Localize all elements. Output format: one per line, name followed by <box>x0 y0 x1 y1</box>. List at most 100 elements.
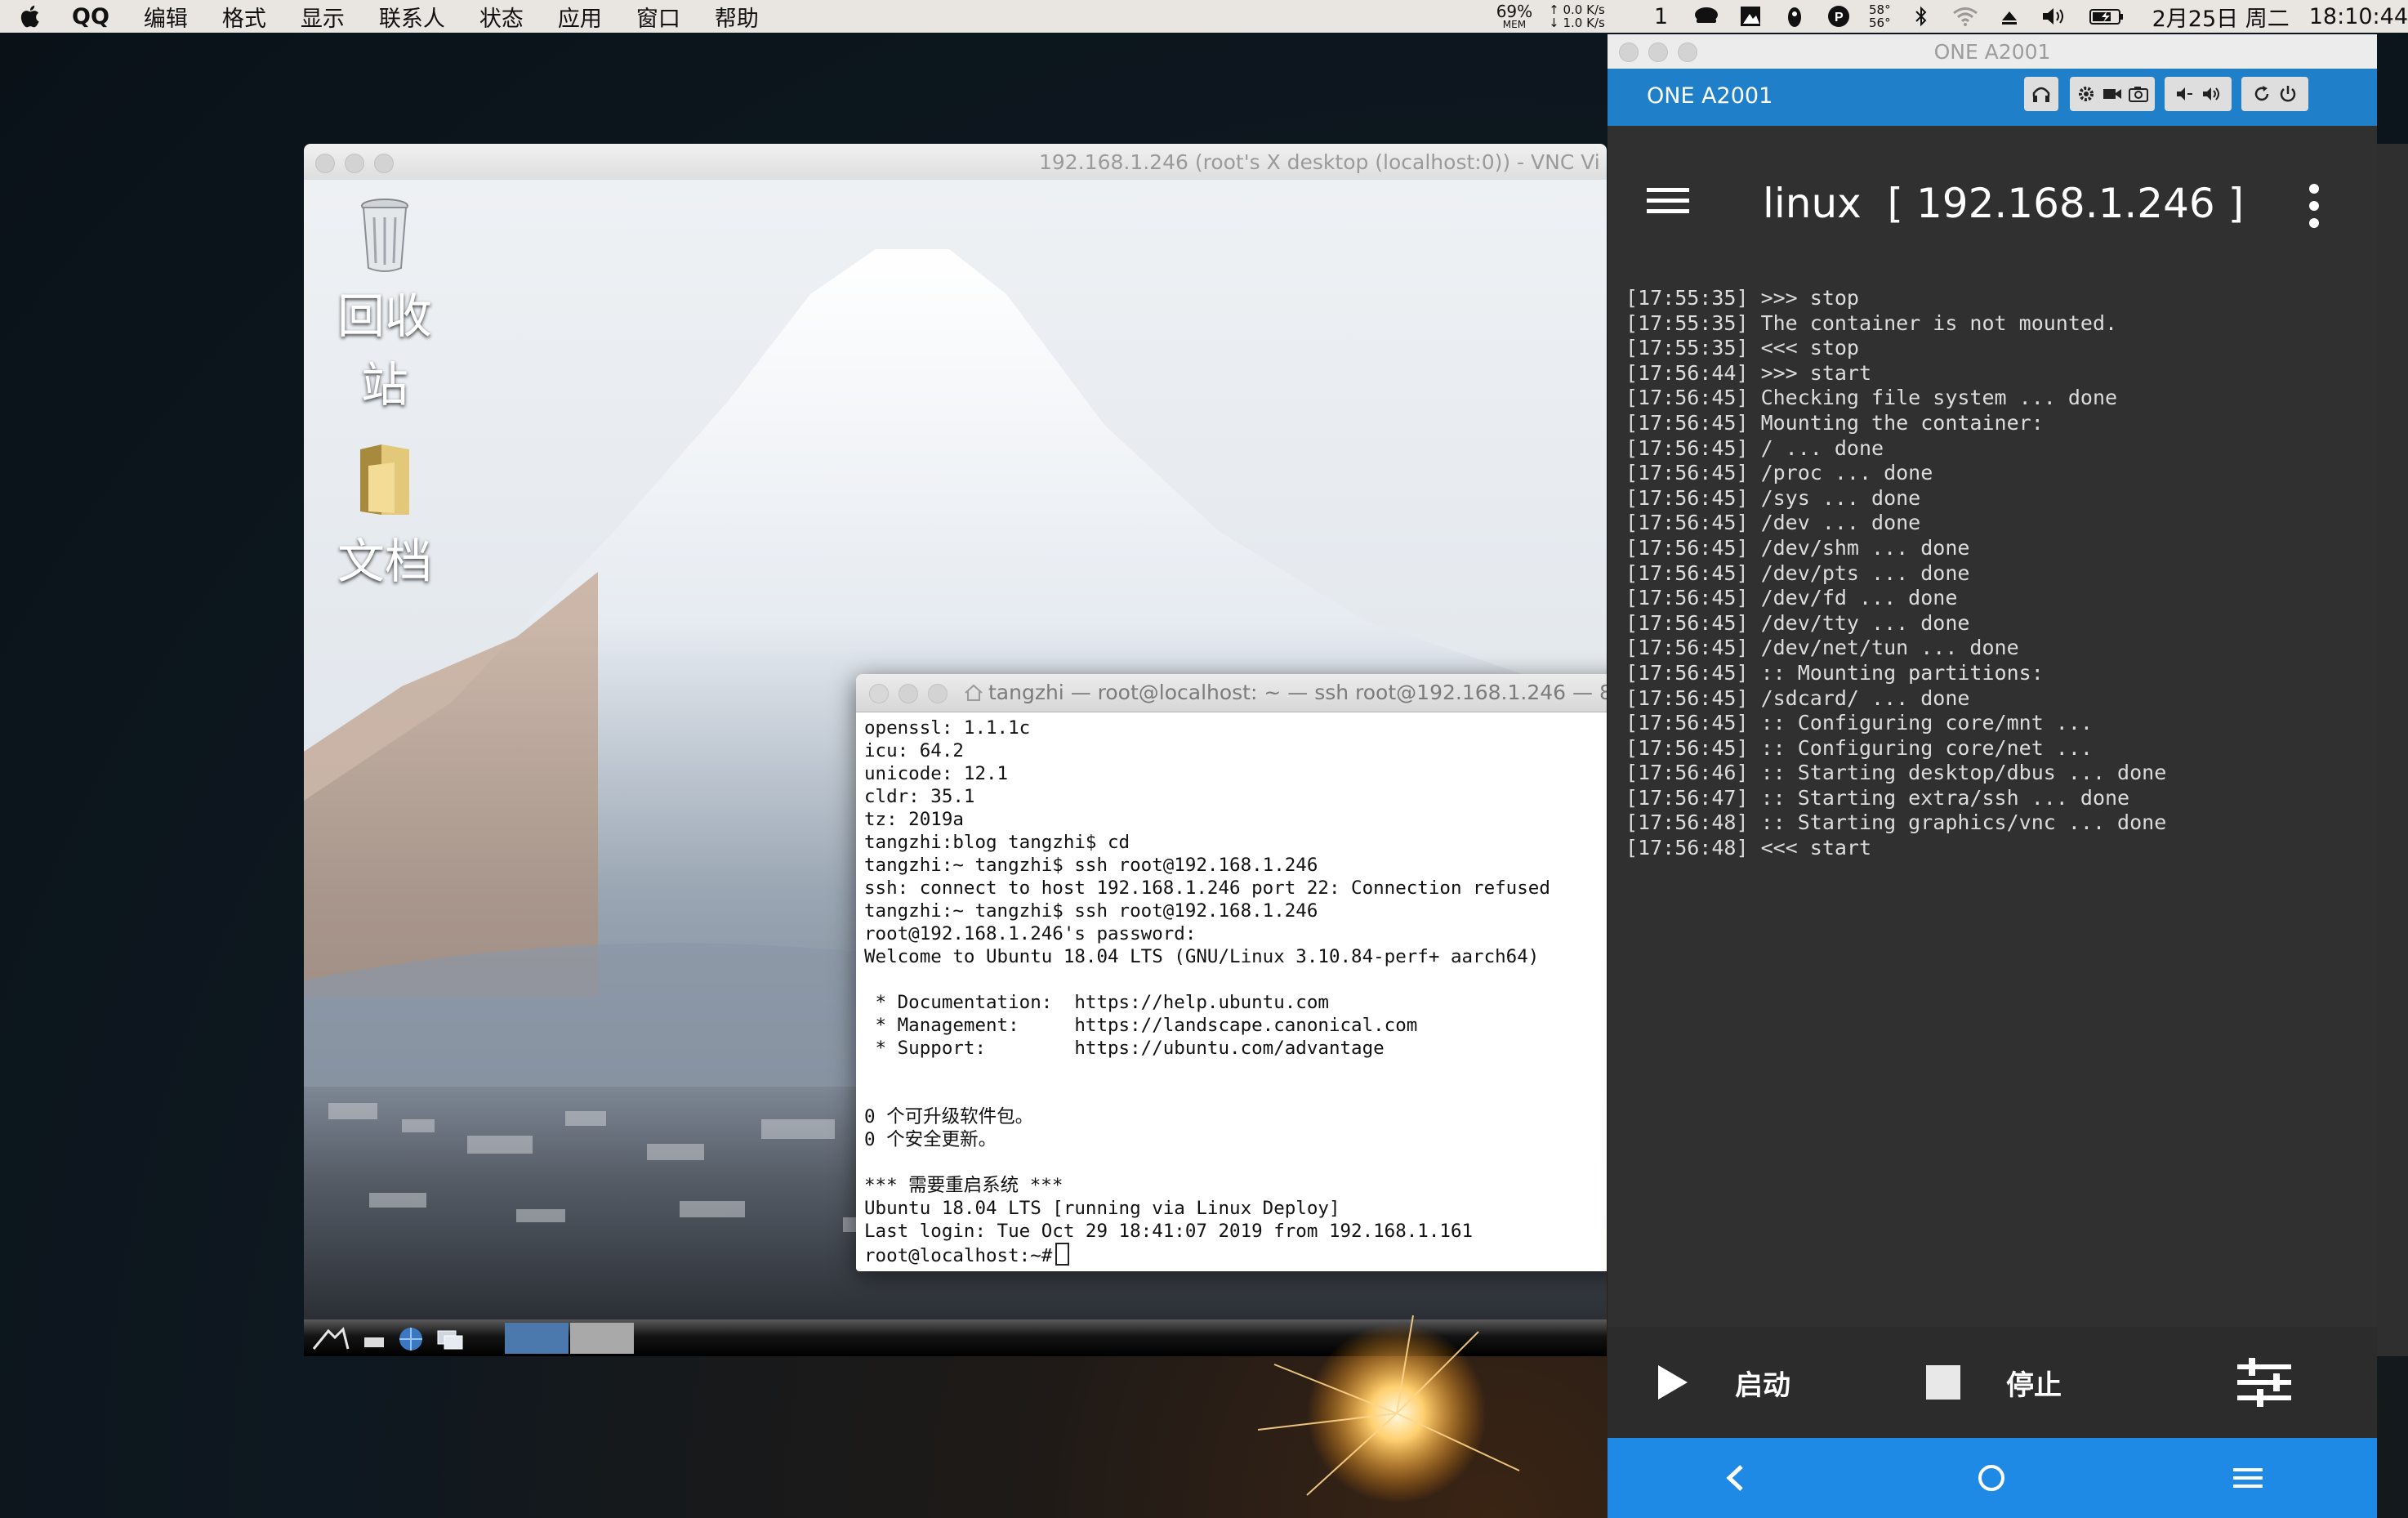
menubar-date[interactable]: 2月25日 周二 <box>2152 1 2290 33</box>
vnc-minimize-button[interactable] <box>345 154 364 173</box>
terminal-titlebar[interactable]: tangzhi — root@localhost: ~ — ssh root@1… <box>856 674 1607 712</box>
phone-titlebar[interactable]: ONE A2001 <box>1608 34 2377 69</box>
desktop-icon-label: 回收站 <box>337 288 432 413</box>
power-controls[interactable] <box>2241 77 2308 111</box>
show-desktop-icon[interactable] <box>363 1326 387 1352</box>
log-line: [17:56:45] /proc ... done <box>1625 461 1933 485</box>
sliders-icon <box>2237 1358 2291 1407</box>
rotate-icon[interactable] <box>2252 84 2272 104</box>
terminal-line: * Support: https://ubuntu.com/advantage <box>864 1038 1385 1059</box>
terminal-line: unicode: 12.1 <box>864 763 1009 784</box>
ufo-icon[interactable] <box>1781 4 1808 29</box>
log-line: [17:56:45] :: Configuring core/mnt ... <box>1625 711 2093 735</box>
terminal-close-button[interactable] <box>869 684 889 703</box>
taskbar-desktop-2[interactable] <box>570 1323 634 1354</box>
back-arrow-icon <box>1726 1465 1743 1491</box>
memory-stat[interactable]: 69% MEM <box>1496 3 1532 30</box>
log-line: [17:56:45] /dev/net/tun ... done <box>1625 636 2019 660</box>
menu-view[interactable]: 显示 <box>301 1 345 33</box>
wifi-icon[interactable] <box>1951 4 1979 29</box>
stop-button[interactable]: 停止 <box>1926 1350 2062 1415</box>
menu-status[interactable]: 状态 <box>479 1 524 33</box>
video-record-icon[interactable] <box>2102 86 2123 102</box>
svg-text:P: P <box>1835 11 1844 25</box>
net-up: ↑ 0.0 K/s <box>1549 2 1605 17</box>
desktop-icon-documents[interactable]: 文档 <box>315 441 454 592</box>
terminal-line: root@192.168.1.246's password: <box>864 923 1197 944</box>
menubar-time[interactable]: 18:10:44 <box>2309 4 2408 29</box>
menu-help[interactable]: 帮助 <box>715 1 759 33</box>
coffee-cup-icon[interactable] <box>1692 4 1720 29</box>
terminal-output[interactable]: openssl: 1.1.1c icu: 64.2 unicode: 12.1 … <box>856 712 1607 1271</box>
vnc-titlebar[interactable]: 192.168.1.246 (root's X desktop (localho… <box>304 144 1607 181</box>
log-line: [17:56:45] / ... done <box>1625 435 1884 460</box>
power-icon[interactable] <box>2278 84 2298 104</box>
menu-contacts[interactable]: 联系人 <box>379 1 445 33</box>
stop-icon <box>1926 1365 1960 1400</box>
net-down: ↓ 1.0 K/s <box>1549 16 1605 30</box>
menu-window[interactable]: 窗口 <box>636 1 680 33</box>
terminal-line: cldr: 35.1 <box>864 786 975 807</box>
mirror-cast-button[interactable] <box>2024 77 2058 111</box>
camera-icon[interactable] <box>2128 85 2149 103</box>
terminal-zoom-button[interactable] <box>928 684 948 703</box>
image-capture-icon[interactable] <box>1737 4 1764 29</box>
mirror-tools-group[interactable] <box>2070 77 2155 111</box>
volume-icon[interactable] <box>2040 4 2072 29</box>
nav-home-button[interactable] <box>1967 1458 2016 1498</box>
gear-icon[interactable] <box>2076 84 2096 104</box>
log-line: [17:56:45] Mounting the container: <box>1625 410 2044 435</box>
web-browser-icon[interactable] <box>397 1326 425 1352</box>
nav-back-button[interactable] <box>1710 1458 1759 1498</box>
volume-controls[interactable] <box>2165 77 2232 111</box>
play-icon <box>1658 1365 1688 1400</box>
network-stat[interactable]: ↑ 0.0 K/s ↓ 1.0 K/s <box>1549 3 1605 29</box>
temperature-stat[interactable]: 58° 56° <box>1869 3 1891 29</box>
temp-cpu: 58° <box>1869 2 1891 17</box>
remote-desktop[interactable]: 回收站 文档 tangzhi — root@localhost: ~ — ssh… <box>304 180 1607 1319</box>
log-line: [17:56:44] >>> start <box>1625 360 1872 385</box>
log-line: [17:56:45] /dev/fd ... done <box>1625 586 1958 610</box>
phone-mirror-window: ONE A2001 ONE A2001 linux [ 192.168.1.24… <box>1608 34 2377 1518</box>
properties-button[interactable] <box>2232 1350 2297 1415</box>
vnc-window-title: 192.168.1.246 (root's X desktop (localho… <box>1039 150 1600 174</box>
headset-icon <box>2032 87 2050 102</box>
notification-count[interactable]: 1 <box>1654 4 1668 29</box>
vnc-zoom-button[interactable] <box>374 154 394 173</box>
home-icon <box>965 684 983 701</box>
terminal-window[interactable]: tangzhi — root@localhost: ~ — ssh root@1… <box>856 674 1607 1271</box>
app-menu-qq[interactable]: QQ <box>72 4 109 29</box>
menu-format[interactable]: 格式 <box>222 1 266 33</box>
menu-apps[interactable]: 应用 <box>558 1 602 33</box>
desktop-icon-trash[interactable]: 回收站 <box>315 193 454 415</box>
menu-lines-icon <box>2233 1468 2263 1488</box>
window-switcher-icon[interactable] <box>435 1326 467 1352</box>
log-line: [17:56:47] :: Starting extra/ssh ... don… <box>1625 785 2130 810</box>
log-line: [17:55:35] The container is not mounted. <box>1625 310 2118 335</box>
volume-up-icon[interactable] <box>2201 85 2222 103</box>
log-line: [17:56:46] :: Starting desktop/dbus ... … <box>1625 761 2167 785</box>
start-button[interactable]: 启动 <box>1657 1350 1790 1415</box>
start-label: 启动 <box>1735 1368 1790 1402</box>
menu-launcher-icon[interactable] <box>310 1326 351 1352</box>
terminal-line: *** 需要重启系统 *** <box>864 1175 1064 1196</box>
terminal-line: * Management: https://landscape.canonica… <box>864 1015 1418 1036</box>
nav-menu-button[interactable] <box>2223 1458 2272 1498</box>
apple-icon[interactable] <box>18 4 41 29</box>
log-line: [17:56:45] :: Configuring core/net ... <box>1625 735 2093 760</box>
battery-charging-icon[interactable] <box>2089 4 2125 29</box>
hamburger-menu-icon[interactable] <box>1647 186 1689 216</box>
airplay-icon[interactable] <box>1996 4 2023 29</box>
menu-edit[interactable]: 编辑 <box>144 1 188 33</box>
taskbar-desktop-1[interactable] <box>505 1323 569 1354</box>
log-line: [17:56:45] /sdcard/ ... done <box>1625 685 1970 710</box>
terminal-minimize-button[interactable] <box>899 684 918 703</box>
overflow-menu-icon[interactable] <box>2308 183 2320 229</box>
vnc-close-button[interactable] <box>315 154 335 173</box>
sparkler-wallpaper-detail <box>1257 1315 1520 1503</box>
volume-down-icon[interactable] <box>2174 85 2196 103</box>
terminal-line: Ubuntu 18.04 LTS [running via Linux Depl… <box>864 1198 1340 1219</box>
bluetooth-icon[interactable] <box>1907 4 1935 29</box>
p-circle-icon[interactable]: P <box>1825 4 1853 29</box>
deploy-log-view[interactable]: [17:55:35] >>> stop [17:55:35] The conta… <box>1608 266 2377 1361</box>
